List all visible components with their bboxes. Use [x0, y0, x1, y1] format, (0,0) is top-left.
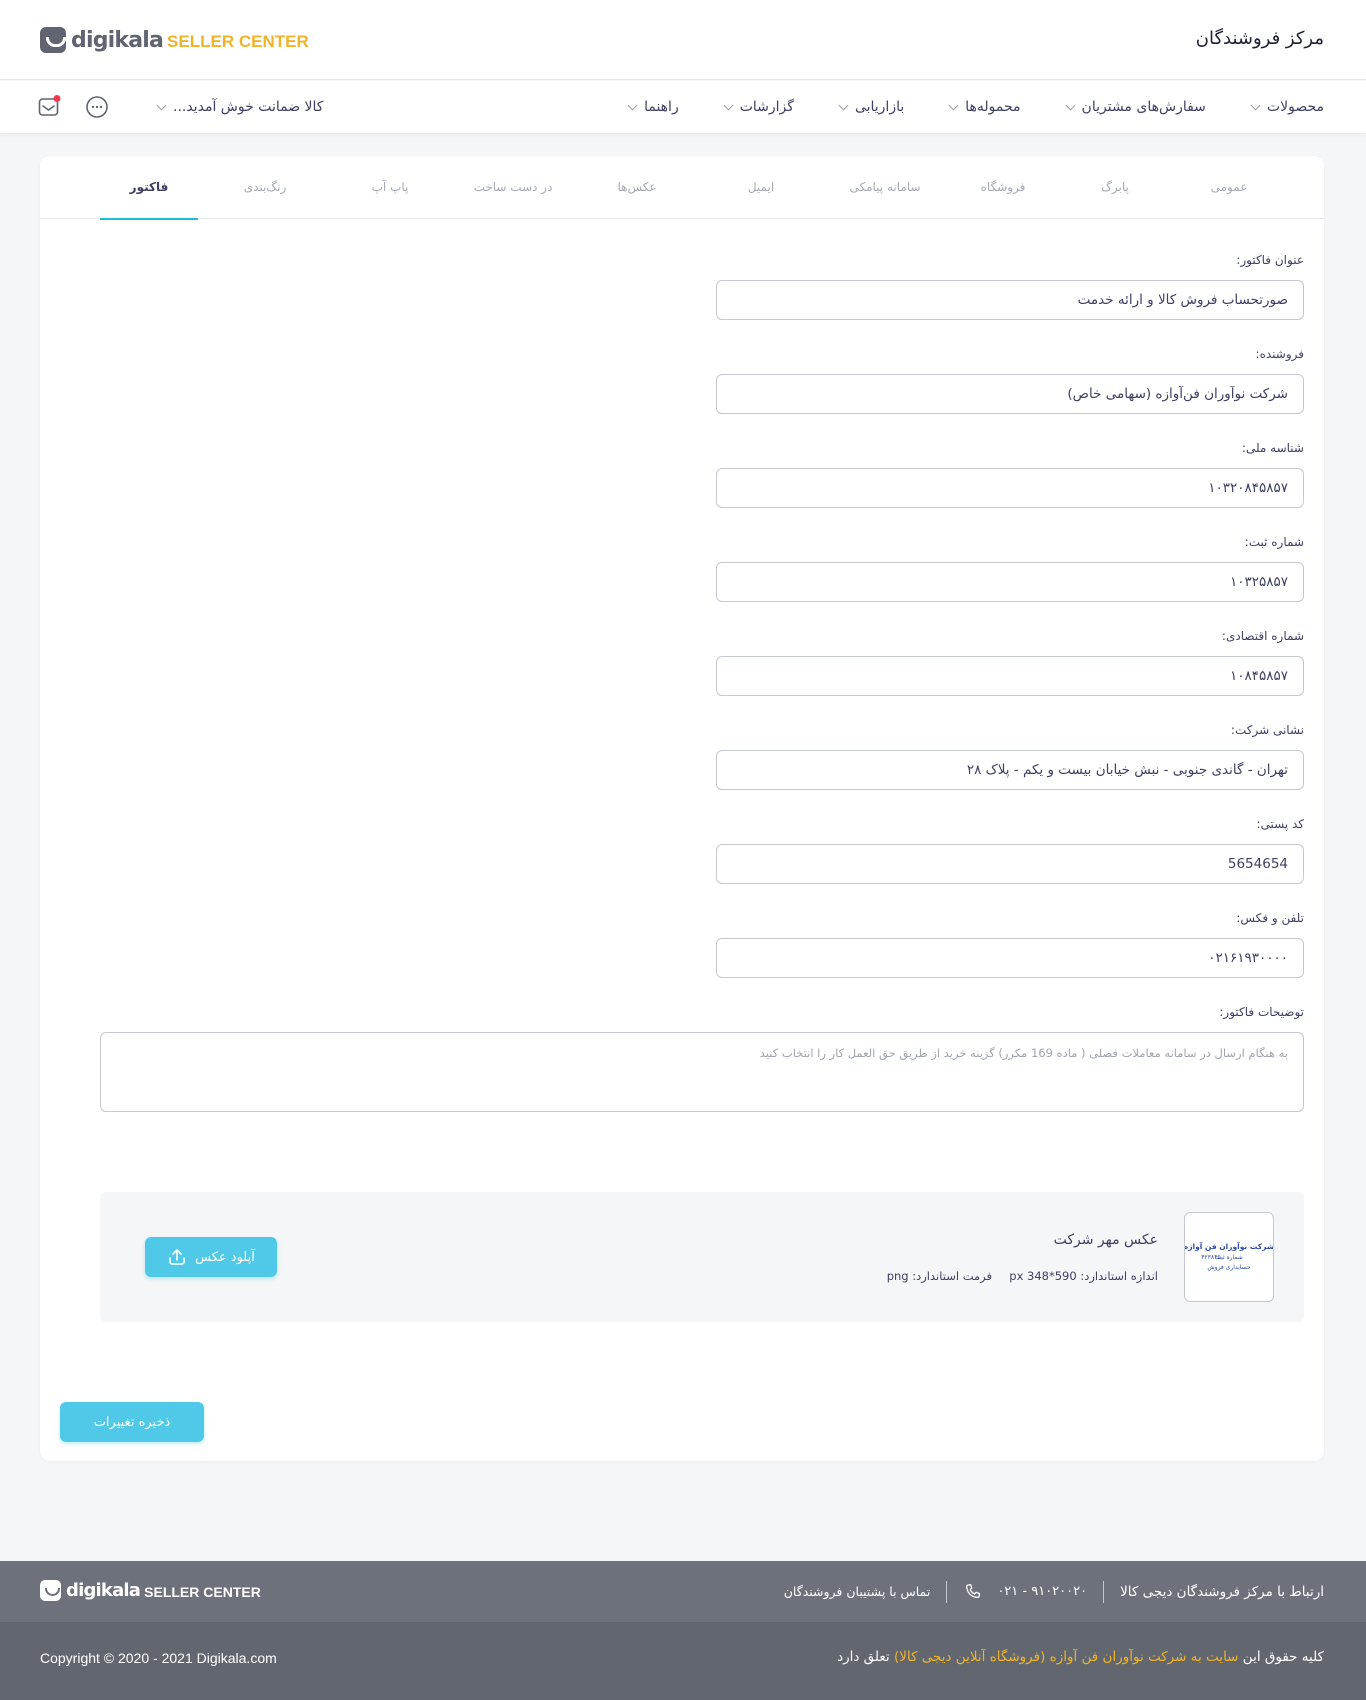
postal-code-label: کد پستی: [1256, 817, 1304, 831]
chevron-down-icon [948, 100, 959, 110]
site-title: مرکز فروشندگان [1195, 28, 1324, 49]
stamp-image: شرکت نوآوران فن آوازه شماره ثبت ۴۲۳۸۴۵ ح… [1184, 1212, 1274, 1302]
phone-icon [966, 1583, 981, 1598]
upload-button-label: آپلود عکس [195, 1249, 255, 1265]
footer-contact-title: ارتباط با مرکز فروشندگان دیجی کالا [1120, 1583, 1324, 1600]
chevron-down-icon [627, 100, 638, 110]
national-id-input[interactable] [716, 468, 1304, 508]
phone-number: ۰۲۱ - ۹۱۰۲۰۰۲۰ [997, 1584, 1088, 1599]
top-header: digikala SELLER CENTER مرکز فروشندگان [0, 0, 1366, 80]
save-changes-button[interactable]: ذخیره تغییرات [60, 1402, 204, 1442]
company-address-input[interactable] [716, 750, 1304, 790]
registration-number-label: شماره ثبت: [1244, 535, 1304, 549]
chat-icon[interactable] [85, 95, 109, 119]
digikala-logo-mark [40, 27, 66, 53]
tab-popup[interactable]: پاپ آپ [341, 156, 439, 219]
chevron-down-icon [156, 100, 167, 110]
tab-under-construction[interactable]: در دست ساخت [458, 156, 568, 219]
tab-sms[interactable]: سامانه پیامکی [836, 156, 934, 219]
tab-footer[interactable]: پابرگ [1066, 156, 1164, 219]
copyright-link[interactable]: سایت به شرکت نوآوران فن آوازه (فروشگاه آ… [894, 1649, 1239, 1665]
stamp-size: اندازه استاندارد: 590*348 px [1009, 1269, 1158, 1283]
nav-menu: محصولات سفارش‌های مشتریان محموله‌ها بازا… [627, 81, 1324, 133]
seller-input[interactable] [716, 374, 1304, 414]
invoice-notes-textarea[interactable] [100, 1032, 1304, 1112]
user-menu-label: کالا ضمانت خوش آمدید... [173, 99, 324, 115]
upload-stamp-button[interactable]: آپلود عکس [145, 1237, 277, 1277]
nav-item-label: محموله‌ها [965, 99, 1021, 115]
copyright-fa: کلیه حقوق این سایت به شرکت نوآوران فن آو… [837, 1649, 1324, 1665]
company-address-label: نشانی شرکت: [1230, 723, 1304, 737]
nav-item-help[interactable]: راهنما [627, 99, 679, 115]
stamp-title: عکس مهر شرکت [1053, 1232, 1158, 1248]
phone-fax-label: تلفن و فکس: [1236, 911, 1304, 925]
stamp-line4: حسابداری فروش [1207, 1264, 1251, 1271]
notification-icon[interactable] [37, 95, 61, 119]
user-menu[interactable]: کالا ضمانت خوش آمدید... [156, 81, 324, 133]
digikala-logo-mark [40, 1579, 61, 1601]
tab-coloring[interactable]: رنگ‌بندی [216, 156, 314, 219]
nav-item-label: گزارشات [739, 99, 794, 115]
nav-item-marketing[interactable]: بازاریابی [838, 99, 905, 115]
chevron-down-icon [1065, 100, 1075, 110]
stamp-line3: ۴۲۳۸۴۵ [1201, 1254, 1220, 1261]
footer-phone[interactable]: ۰۲۱ - ۹۱۰۲۰۰۲۰ [963, 1582, 1087, 1602]
copyright-post: تعلق دارد [837, 1649, 890, 1665]
economic-number-input[interactable] [716, 656, 1304, 696]
national-id-label: شناسه ملی: [1241, 441, 1304, 455]
footer-divider [946, 1580, 948, 1603]
invoice-title-label: عنوان فاکتور: [1236, 253, 1304, 267]
logo-sub: SELLER CENTER [167, 32, 309, 51]
nav-item-label: محصولات [1266, 99, 1324, 115]
registration-number-input[interactable] [716, 562, 1304, 602]
nav-item-label: سفارش‌های مشتریان [1081, 99, 1206, 115]
invoice-notes-label: توضیحات فاکتور: [1219, 1005, 1304, 1019]
chevron-down-icon [1250, 100, 1261, 110]
copyright-pre: کلیه حقوق این [1242, 1649, 1324, 1665]
invoice-title-input[interactable] [716, 280, 1304, 320]
digikala-logo[interactable]: digikala SELLER CENTER [40, 27, 309, 53]
nav-item-orders[interactable]: سفارش‌های مشتریان [1065, 99, 1206, 115]
nav-item-label: بازاریابی [854, 99, 905, 115]
stamp-line1: شرکت نوآوران فن آوازه [1185, 1241, 1273, 1251]
tab-photos[interactable]: عکس‌ها [588, 156, 686, 219]
upload-icon [169, 1249, 185, 1265]
nav-item-products[interactable]: محصولات [1250, 99, 1324, 115]
footer-logo-sub: SELLER CENTER [144, 1583, 261, 1600]
economic-number-label: شماره اقتصادی: [1221, 629, 1304, 643]
chevron-down-icon [838, 100, 849, 110]
footer-contact: ارتباط با مرکز فروشندگان دیجی کالا ۰۲۱ -… [784, 1561, 1324, 1622]
nav-item-shipments[interactable]: محموله‌ها [948, 99, 1021, 115]
copyright-en: Copyright © 2020 - 2021 Digikala.com [40, 1650, 277, 1666]
seller-label: فروشنده: [1255, 347, 1304, 361]
footer-divider [1103, 1580, 1105, 1603]
postal-code-input[interactable] [716, 844, 1304, 884]
stamp-upload-panel: شرکت نوآوران فن آوازه شماره ثبت ۴۲۳۸۴۵ ح… [100, 1192, 1304, 1322]
footer-top: ارتباط با مرکز فروشندگان دیجی کالا ۰۲۱ -… [0, 1561, 1366, 1622]
tab-general[interactable]: عمومی [1180, 156, 1278, 219]
tab-email[interactable]: ایمیل [712, 156, 810, 219]
footer-bottom: کلیه حقوق این سایت به شرکت نوآوران فن آو… [0, 1622, 1366, 1700]
logo-word: digikala [71, 27, 164, 53]
support-link[interactable]: تماس با پشتیبان فروشندگان [784, 1584, 931, 1599]
chevron-down-icon [723, 100, 734, 110]
settings-tabs: عمومی پابرگ فروشگاه سامانه پیامکی ایمیل … [40, 156, 1324, 220]
tab-invoice[interactable]: فاکتور [100, 156, 198, 220]
tab-store[interactable]: فروشگاه [954, 156, 1052, 219]
nav-item-reports[interactable]: گزارشات [723, 99, 794, 115]
stamp-format: فرمت استاندارد: png [886, 1269, 992, 1283]
footer-logo[interactable]: digikala SELLER CENTER [40, 1579, 261, 1601]
footer-logo-word: digikala [66, 1579, 141, 1601]
nav-item-label: راهنما [644, 99, 679, 115]
phone-fax-input[interactable] [716, 938, 1304, 978]
settings-card: عمومی پابرگ فروشگاه سامانه پیامکی ایمیل … [40, 156, 1324, 1461]
main-nav: محصولات سفارش‌های مشتریان محموله‌ها بازا… [0, 81, 1366, 133]
